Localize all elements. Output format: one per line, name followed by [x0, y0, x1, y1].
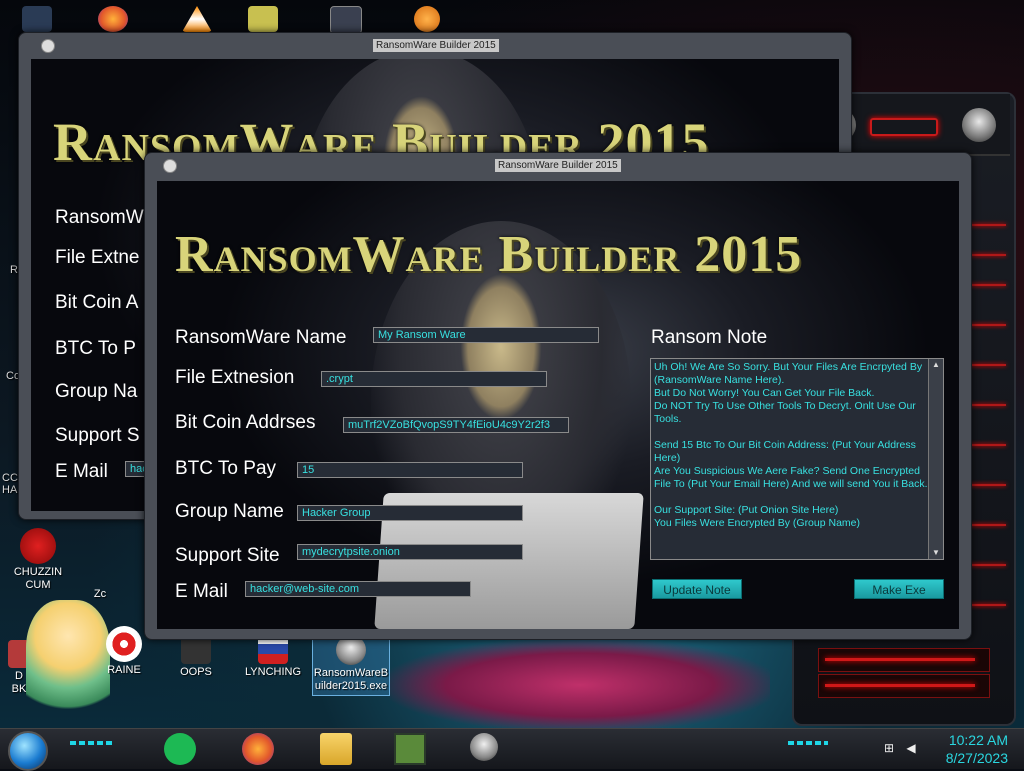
taskbar-decoration	[70, 741, 114, 745]
make-exe-button[interactable]: Make Exe	[854, 579, 944, 599]
hud-bar	[818, 674, 990, 698]
desktop-icon-label: RAINE	[107, 664, 141, 676]
desktop-icon-oops[interactable]: OOPS	[170, 634, 222, 679]
front-window-title: RansomWare Builder 2015	[495, 159, 621, 172]
taskbar-clock[interactable]: 10:22 AM 8/27/2023	[946, 731, 1008, 767]
back-label-name: RansomW	[55, 207, 144, 228]
desktop-icon-zc[interactable]: Zc	[90, 588, 110, 601]
taskbar: ⊞ ◀ 10:22 AM 8/27/2023	[0, 728, 1024, 771]
desktop-top-icon-4[interactable]	[248, 6, 278, 32]
back-label-group: Group Na	[55, 381, 138, 402]
clock-time: 10:22 AM	[948, 732, 1008, 748]
scroll-up-arrow-icon[interactable]: ▲	[929, 359, 943, 371]
front-window-titlebar[interactable]: RansomWare Builder 2015	[145, 153, 971, 179]
desktop-icon-label: Zc	[93, 588, 107, 600]
desktop-icon-label: LYNCHING	[244, 666, 302, 678]
ransomware-builder-icon[interactable]	[470, 733, 498, 761]
back-window-title: RansomWare Builder 2015	[373, 39, 499, 52]
taskbar-decoration	[788, 741, 828, 745]
alien-head-icon	[962, 108, 996, 142]
back-label-email: E Mail	[55, 461, 108, 482]
star-character-image	[26, 600, 110, 720]
desktop-icon-lynching[interactable]: LYNCHING	[240, 634, 306, 679]
file-explorer-icon[interactable]	[320, 733, 352, 765]
hud-red-badge	[870, 118, 938, 136]
desktop-icon-chuzzin[interactable]: CHUZZIN CUM	[6, 528, 70, 592]
label-email: E Mail	[175, 581, 228, 602]
email-field[interactable]	[245, 581, 471, 597]
volume-icon[interactable]: ◀	[904, 741, 918, 755]
back-label-btc-addr: Bit Coin A	[55, 292, 139, 313]
chuzzin-icon	[20, 528, 56, 564]
hud-bar	[818, 648, 990, 672]
back-window-titlebar[interactable]: RansomWare Builder 2015	[19, 33, 851, 59]
ransomware-name-field[interactable]	[373, 327, 599, 343]
firefox-icon[interactable]	[242, 733, 274, 765]
scroll-down-arrow-icon[interactable]: ▼	[929, 547, 943, 559]
btc-to-pay-field[interactable]	[297, 462, 523, 478]
front-window-logo: RansomWare Builder 2015	[175, 226, 803, 283]
desktop-icon-raine[interactable]: RAINE	[102, 626, 146, 677]
support-site-field[interactable]	[297, 544, 523, 560]
group-name-field[interactable]	[297, 505, 523, 521]
radiation-icon	[106, 626, 142, 662]
desktop-icon-label: OOPS	[180, 666, 212, 678]
start-button[interactable]	[8, 731, 48, 771]
label-ransomware-name: RansomWare Name	[175, 327, 347, 348]
firefox-top-icon[interactable]	[98, 6, 128, 32]
file-extension-field[interactable]	[321, 371, 547, 387]
label-bitcoin-address: Bit Coin Addrses	[175, 412, 316, 433]
update-note-button[interactable]: Update Note	[652, 579, 742, 599]
label-btc-to-pay: BTC To Pay	[175, 458, 277, 479]
bitcoin-address-field[interactable]	[343, 417, 569, 433]
back-label-site: Support S	[55, 425, 140, 446]
desktop-icon-ransomware-builder[interactable]: RansomWareB uilder2015.exe	[312, 634, 390, 696]
notes-app-icon[interactable]	[164, 733, 196, 765]
desktop-icon-label: RansomWareB uilder2015.exe	[313, 667, 389, 692]
network-icon[interactable]: ⊞	[882, 741, 896, 755]
window-system-icon[interactable]	[41, 39, 55, 53]
back-label-ext: File Extne	[55, 247, 140, 268]
ransom-note-label: Ransom Note	[651, 327, 768, 348]
label-support-site: Support Site	[175, 545, 280, 566]
label-file-extension: File Extnesion	[175, 367, 295, 388]
minecraft-icon[interactable]	[394, 733, 426, 765]
wallpaper-figure	[390, 640, 770, 730]
note-scrollbar[interactable]: ▲ ▼	[928, 359, 943, 559]
clock-date: 8/27/2023	[945, 750, 1008, 766]
window-system-icon[interactable]	[163, 159, 177, 173]
label-group-name: Group Name	[175, 501, 284, 522]
back-label-btc-pay: BTC To P	[55, 338, 136, 359]
desktop-top-icon-1[interactable]	[22, 6, 52, 32]
desktop-top-icon-5[interactable]	[330, 6, 362, 34]
ransom-note-textarea[interactable]: Uh Oh! We Are So Sorry. But Your Files A…	[650, 358, 944, 560]
desktop-top-icon-6[interactable]	[414, 6, 440, 32]
desktop-icon-label: CHUZZIN CUM	[13, 566, 63, 591]
ransom-note-text[interactable]: Uh Oh! We Are So Sorry. But Your Files A…	[654, 361, 928, 557]
side-text-cc: CC HA	[2, 472, 18, 496]
